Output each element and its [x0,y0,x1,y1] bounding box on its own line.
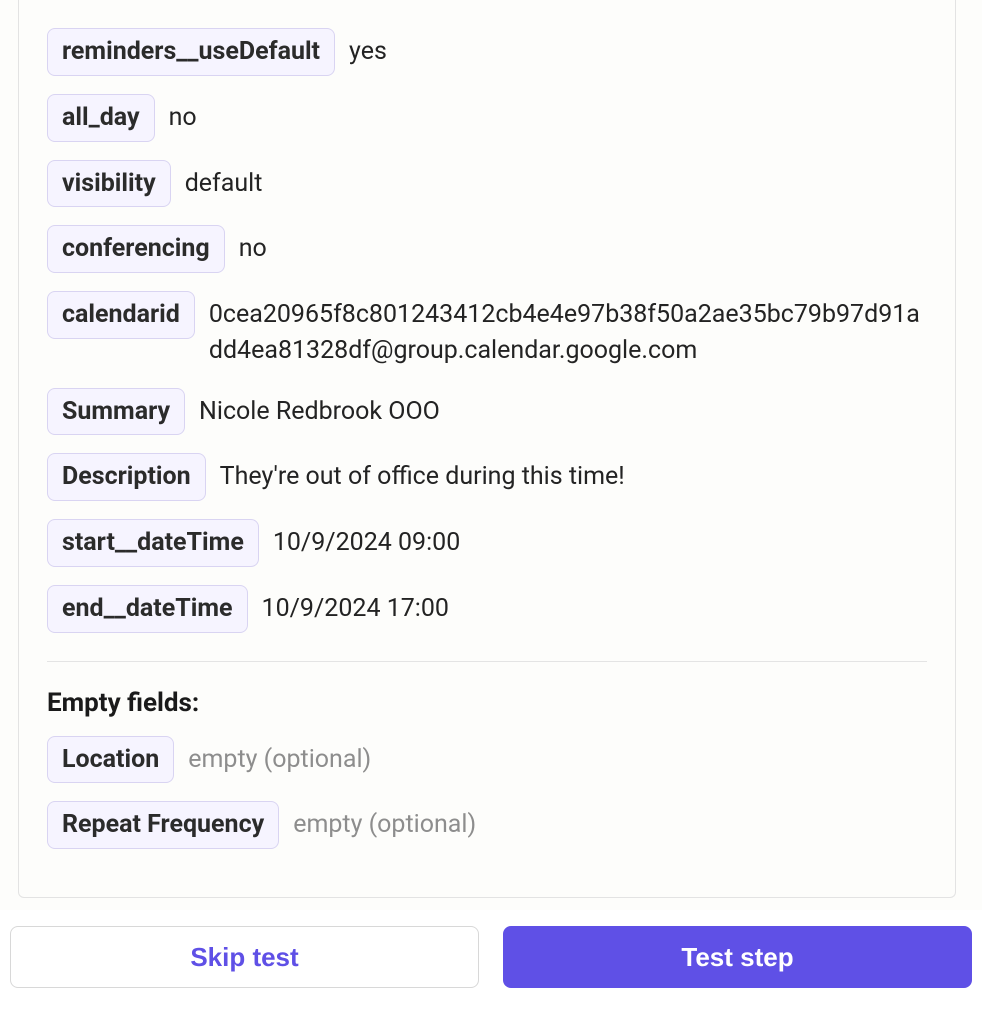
field-value: 10/9/2024 17:00 [262,585,449,627]
field-end-datetime: end__dateTime 10/9/2024 17:00 [47,585,927,633]
field-visibility: visibility default [47,160,927,208]
field-label: end__dateTime [47,585,248,633]
field-value: Nicole Redbrook OOO [199,388,440,430]
field-conferencing: conferencing no [47,225,927,273]
field-value: no [239,225,267,267]
field-value: no [169,94,197,136]
skip-test-button[interactable]: Skip test [10,926,479,988]
section-divider [47,661,927,662]
field-label: visibility [47,160,171,208]
field-location: Location empty (optional) [47,736,927,784]
field-label: calendarid [47,291,195,339]
field-value: empty (optional) [293,801,476,843]
field-label: Summary [47,388,185,436]
field-value: 0cea20965f8c801243412cb4e4e97b38f50a2ae3… [209,291,927,370]
field-label: Description [47,453,206,501]
field-label: Repeat Frequency [47,801,279,849]
field-reminders-usedefault: reminders__useDefault yes [47,28,927,76]
field-value: default [185,160,263,202]
field-label: all_day [47,94,155,142]
step-details-card: reminders__useDefault yes all_day no vis… [18,0,956,898]
field-repeat-frequency: Repeat Frequency empty (optional) [47,801,927,849]
test-step-button[interactable]: Test step [503,926,972,988]
field-value: 10/9/2024 09:00 [273,519,460,561]
field-label: start__dateTime [47,519,259,567]
field-label: conferencing [47,225,225,273]
field-value: They're out of office during this time! [220,453,625,495]
field-value: yes [349,28,387,70]
field-all-day: all_day no [47,94,927,142]
footer-bar: Skip test Test step [0,910,982,1018]
field-value: empty (optional) [188,736,371,778]
field-label: reminders__useDefault [47,28,335,76]
field-description: Description They're out of office during… [47,453,927,501]
field-calendarid: calendarid 0cea20965f8c801243412cb4e4e97… [47,291,927,370]
field-start-datetime: start__dateTime 10/9/2024 09:00 [47,519,927,567]
empty-fields-heading: Empty fields: [47,688,927,718]
content-scroll[interactable]: reminders__useDefault yes all_day no vis… [0,0,982,910]
field-label: Location [47,736,174,784]
field-summary: Summary Nicole Redbrook OOO [47,388,927,436]
